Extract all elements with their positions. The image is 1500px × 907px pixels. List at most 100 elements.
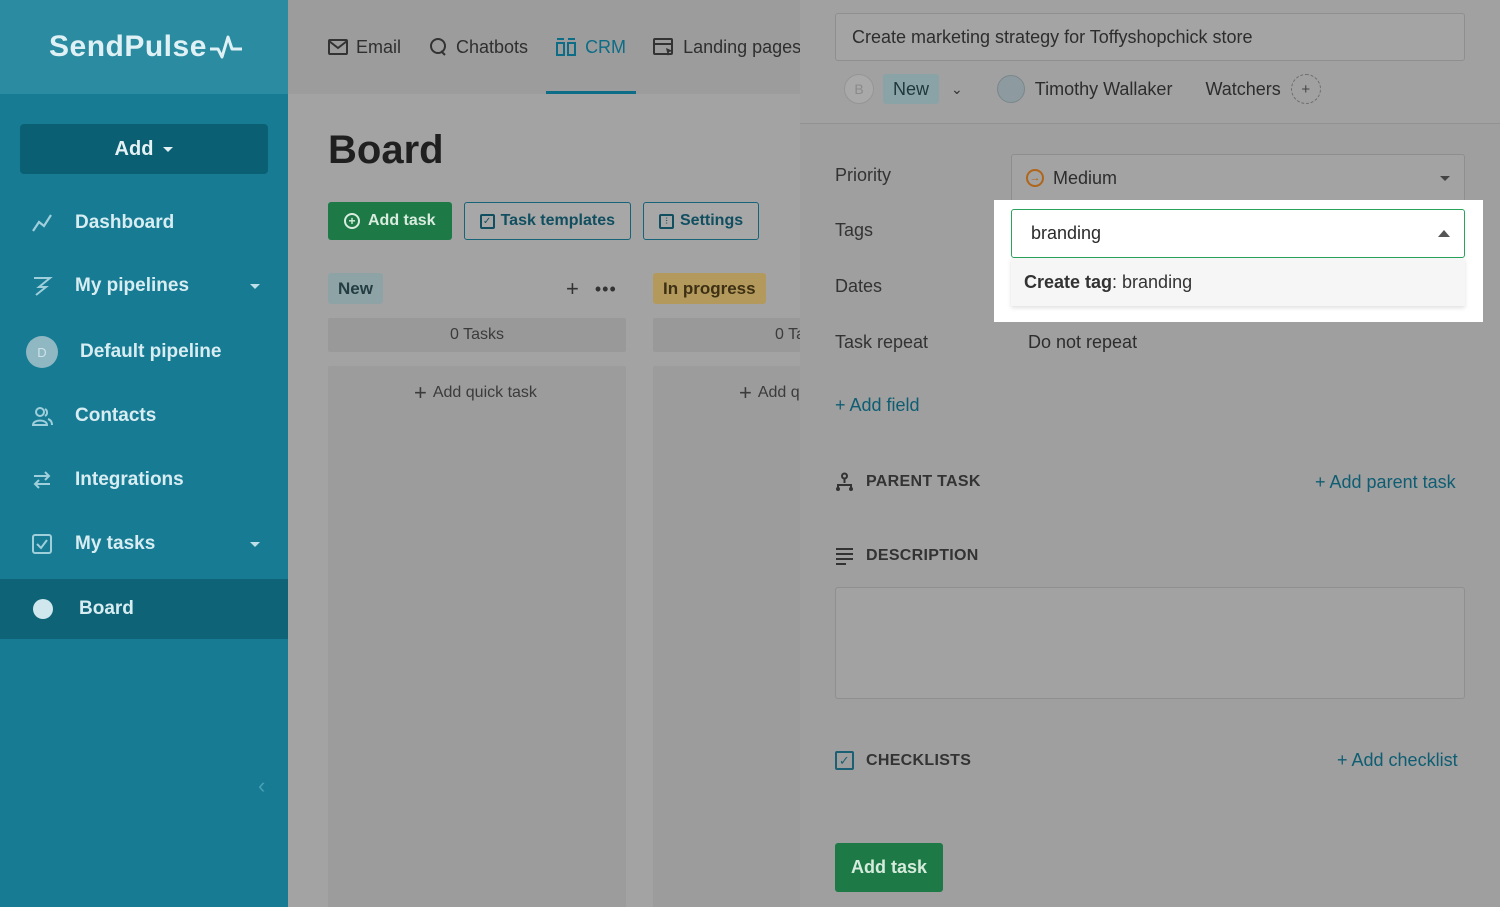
add-task-button[interactable]: + Add task: [328, 202, 452, 240]
sidebar-item-board[interactable]: Board: [0, 579, 288, 639]
task-title-input[interactable]: Create marketing strategy for Toffyshopc…: [835, 13, 1465, 61]
sliders-icon: ⫶: [659, 213, 674, 229]
column-body-new: [328, 366, 626, 907]
sendpulse-logo[interactable]: SendPulse: [49, 30, 243, 64]
sidebar-item-my-tasks[interactable]: My tasks: [0, 514, 288, 574]
collapse-sidebar-icon[interactable]: ‹: [258, 773, 265, 799]
envelope-icon: [328, 39, 348, 55]
checkbox-icon: ✓: [479, 213, 495, 229]
sidebar-item-label: Default pipeline: [80, 341, 222, 362]
chat-bubble-icon: [430, 38, 447, 56]
tab-label: Chatbots: [456, 36, 529, 57]
hierarchy-icon: [836, 472, 853, 491]
sidebar-item-dashboard[interactable]: Dashboard: [0, 193, 288, 253]
watchers-label: Watchers: [1205, 78, 1281, 99]
tab-email[interactable]: Email: [328, 0, 401, 94]
add-checklist-link[interactable]: + Add checklist: [1337, 750, 1458, 771]
task-templates-label: Task templates: [500, 212, 615, 229]
tags-label: Tags: [835, 220, 874, 240]
assignee-name[interactable]: Timothy Wallaker: [1035, 79, 1173, 100]
board-dot-icon: [33, 599, 53, 619]
page-title: Board: [328, 128, 444, 172]
description-section: DESCRIPTION: [835, 547, 979, 565]
caret-down-icon: [1440, 176, 1450, 181]
sidebar-item-label: Dashboard: [75, 212, 175, 233]
plus-icon: +: [739, 380, 752, 405]
priority-medium-icon: →: [1026, 169, 1044, 187]
checklists-section: ✓ CHECKLISTS: [835, 751, 971, 770]
more-dots-icon[interactable]: •••: [595, 279, 617, 300]
settings-label: Settings: [680, 212, 744, 229]
funnel-icon: [30, 274, 54, 298]
plus-icon: +: [414, 380, 427, 405]
parent-task-section: PARENT TASK: [835, 472, 981, 492]
sidebar-item-my-pipelines[interactable]: My pipelines: [0, 256, 288, 316]
chart-line-icon: [30, 211, 54, 235]
add-quick-task-new[interactable]: + Add quick task: [414, 380, 537, 406]
top-navigation: Email Chatbots CRM Landing pages: [288, 0, 800, 94]
board-toolbar: + Add task ✓ Task templates ⫶ Settings: [328, 202, 760, 240]
tab-landing-pages[interactable]: Landing pages: [653, 0, 800, 94]
sidebar-add-button[interactable]: Add: [20, 124, 268, 174]
tags-input-value: branding: [1031, 223, 1102, 243]
crm-columns-icon: [556, 38, 577, 56]
status-badge[interactable]: New: [883, 74, 940, 104]
tab-chatbots[interactable]: Chatbots: [428, 0, 528, 94]
pulse-icon: [209, 35, 242, 59]
caret-down-icon[interactable]: [250, 542, 260, 547]
checkbox-checked-icon: ✓: [835, 751, 854, 770]
parent-task-label: PARENT TASK: [866, 473, 981, 490]
description-textarea[interactable]: [835, 587, 1465, 699]
task-meta-row: B New ⌄ Timothy Wallaker Watchers +: [844, 72, 1321, 106]
create-tag-option[interactable]: Create tag: branding: [1011, 258, 1465, 306]
tags-input[interactable]: branding: [1011, 209, 1465, 258]
add-field-link[interactable]: + Add field: [835, 395, 920, 416]
column-task-count: 0 Tasks: [653, 318, 800, 352]
checklists-label: CHECKLISTS: [866, 751, 972, 769]
caret-down-icon: [163, 146, 174, 152]
add-task-label: Add task: [368, 212, 436, 229]
column-actions: + •••: [566, 276, 617, 302]
description-label: DESCRIPTION: [866, 547, 979, 564]
create-tag-value: : branding: [1112, 271, 1193, 292]
chevron-down-icon[interactable]: ⌄: [951, 81, 963, 98]
tab-label: Landing pages: [683, 36, 800, 57]
text-lines-icon: [836, 548, 853, 565]
add-task-submit-button[interactable]: Add task: [835, 843, 943, 892]
priority-value: Medium: [1053, 167, 1118, 188]
settings-button[interactable]: ⫶ Settings: [643, 202, 760, 240]
status-initial-badge: B: [844, 74, 874, 104]
column-task-count: 0 Tasks: [328, 318, 626, 352]
priority-select[interactable]: → Medium: [1011, 154, 1465, 202]
task-templates-button[interactable]: ✓ Task templates: [463, 202, 631, 240]
plus-icon[interactable]: +: [566, 276, 579, 302]
contacts-icon: [30, 404, 54, 428]
logo-text: SendPulse: [49, 30, 207, 63]
landing-page-icon: [653, 38, 674, 56]
checkbox-icon: [30, 532, 54, 556]
sidebar-item-label: Contacts: [75, 405, 157, 426]
task-repeat-value[interactable]: Do not repeat: [1028, 332, 1137, 353]
sidebar-item-contacts[interactable]: Contacts: [0, 386, 288, 446]
sidebar-item-label: My tasks: [75, 533, 156, 554]
add-parent-task-link[interactable]: + Add parent task: [1315, 472, 1456, 493]
sidebar-item-label: Board: [79, 598, 134, 619]
add-quick-task-in-progress[interactable]: + Add quick task: [739, 380, 800, 406]
task-panel-header: Create marketing strategy for Toffyshopc…: [800, 0, 1500, 124]
caret-down-icon[interactable]: [250, 284, 260, 289]
add-watcher-button[interactable]: +: [1290, 74, 1321, 104]
add-quick-task-label: Add quick task: [432, 384, 537, 401]
column-body-in-progress: [653, 366, 800, 907]
main-content: Email Chatbots CRM Landing pages Board +…: [288, 0, 800, 907]
caret-up-icon[interactable]: [1438, 230, 1450, 237]
avatar[interactable]: [996, 75, 1025, 103]
tab-crm[interactable]: CRM: [546, 0, 637, 94]
sidebar: SendPulse Add Dashboard My pipelines D D…: [0, 0, 288, 907]
sidebar-item-label: Integrations: [75, 469, 184, 490]
plus-circle-icon: +: [344, 213, 360, 229]
logo-bar: SendPulse: [0, 0, 288, 94]
sidebar-item-integrations[interactable]: Integrations: [0, 450, 288, 510]
column-label-new: New: [328, 273, 383, 304]
arrows-exchange-icon: [30, 468, 54, 492]
sidebar-item-default-pipeline[interactable]: D Default pipeline: [0, 322, 288, 382]
